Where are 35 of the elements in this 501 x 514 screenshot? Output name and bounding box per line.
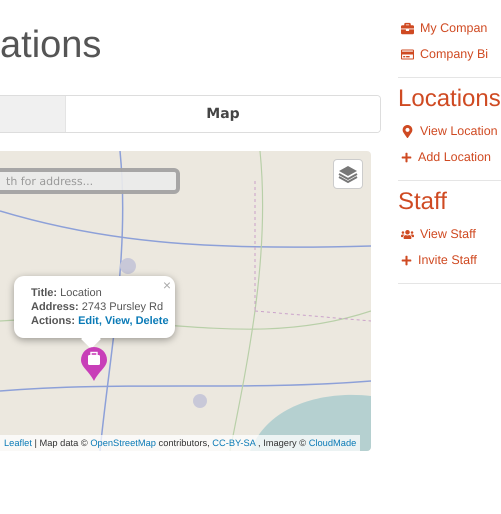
map[interactable]: th for address... × Title: Location Address: 2743 Pursley Rd Actions: Edit, View, Delete Leaflet | Map data © OpenStreetMap contributors, CC-BY-SA , Imagery © CloudMade [0,151,371,451]
section-heading: Locations [398,84,501,114]
action-link[interactable]: View [104,315,130,327]
sidebar-link[interactable]: View Location [398,118,501,144]
address-line: Address: 2743 Pursley Rd [31,300,164,314]
plus-icon [401,254,412,266]
map-pin-icon [401,124,414,138]
briefcase-icon [401,22,414,34]
tab[interactable]: Map [65,96,380,132]
sidebar-link[interactable]: My Compan [398,15,501,41]
attribution-link[interactable]: OpenStreetMap [90,438,156,448]
map-marker-icon[interactable] [81,347,107,381]
attribution-link[interactable]: CloudMade [308,438,356,448]
action-link[interactable]: Delete [136,315,169,327]
layers-button[interactable] [333,159,363,189]
users-icon [401,228,414,240]
separator: , [98,315,102,327]
close-button[interactable]: × [162,277,171,293]
section-heading: Staff [398,187,448,217]
separator: , [129,315,132,327]
credit-card-icon [401,48,414,60]
sidebar-link[interactable]: Add Location [398,144,501,170]
actions-label: Actions: [31,315,75,327]
plus-icon [401,152,412,162]
sidebar-link[interactable]: Company Bi [398,41,501,67]
address-search-field[interactable]: th for address... [0,168,180,194]
page-title: ations [0,23,102,68]
map-attribution: Leaflet | Map data © OpenStreetMap contributors, CC-BY-SA , Imagery © CloudMade [0,435,360,451]
attribution-link[interactable]: CC-BY-SA [212,438,256,448]
sidebar-link[interactable]: View Staff [398,221,501,247]
action-link[interactable]: Edit [78,315,99,327]
layers-icon [338,164,358,184]
title-line: Title: Location [31,286,103,300]
attribution-link[interactable]: Leaflet [4,438,32,448]
sidebar-link[interactable]: Invite Staff [398,247,501,273]
